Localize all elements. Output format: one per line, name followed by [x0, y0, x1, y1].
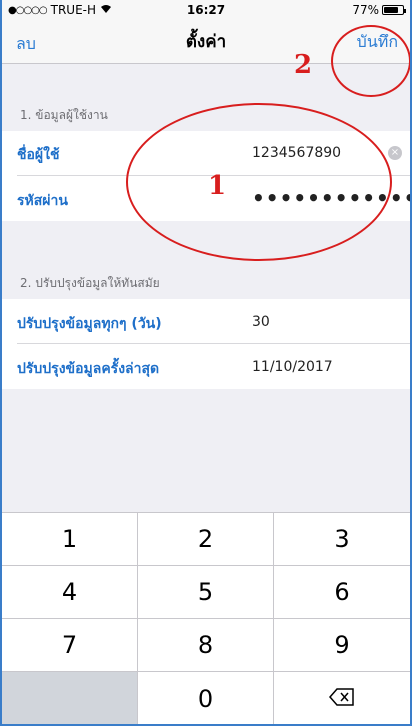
annotation-number-2: 2 — [294, 50, 313, 80]
last-update-label: ปรับปรุงข้อมูลครั้งล่าสุด — [17, 361, 160, 377]
battery-icon — [382, 5, 406, 15]
last-update-value: 11/10/2017 — [252, 359, 333, 375]
battery-info: 77% — [352, 3, 406, 17]
key-9[interactable]: 9 — [274, 619, 410, 672]
password-label: รหัสผ่าน — [17, 193, 68, 209]
status-bar: ●○○○○ TRUE-H 16:27 77% — [2, 0, 410, 20]
update-interval-row[interactable]: ปรับปรุงข้อมูลทุกๆ (วัน) 30 — [2, 299, 410, 344]
battery-percent: 77% — [352, 3, 379, 17]
update-interval-value[interactable]: 30 — [252, 314, 270, 330]
backspace-icon — [329, 687, 355, 711]
last-update-row: ปรับปรุงข้อมูลครั้งล่าสุด 11/10/2017 — [2, 344, 410, 389]
section-header-label: 2. ปรับปรุงข้อมูลให้ทันสมัย — [20, 276, 160, 290]
key-2[interactable]: 2 — [138, 513, 274, 566]
key-7[interactable]: 7 — [2, 619, 138, 672]
annotation-number-1: 1 — [208, 171, 227, 201]
username-label: ชื่อผู้ใช้ — [17, 147, 60, 163]
key-8[interactable]: 8 — [138, 619, 274, 672]
key-4[interactable]: 4 — [2, 566, 138, 619]
key-1[interactable]: 1 — [2, 513, 138, 566]
key-6[interactable]: 6 — [274, 566, 410, 619]
annotation-ellipse-1 — [126, 103, 392, 261]
annotation-ellipse-2 — [331, 25, 410, 97]
key-3[interactable]: 3 — [274, 513, 410, 566]
key-blank — [2, 672, 138, 724]
section-header-update: 2. ปรับปรุงข้อมูลให้ทันสมัย — [2, 271, 410, 299]
numeric-keypad: 1 2 3 4 5 6 7 8 9 0 — [2, 512, 410, 724]
section-header-label: 1. ข้อมูลผู้ใช้งาน — [20, 108, 108, 122]
update-interval-label: ปรับปรุงข้อมูลทุกๆ (วัน) — [17, 316, 162, 332]
status-time: 16:27 — [186, 3, 226, 17]
backspace-key[interactable] — [274, 672, 410, 724]
key-0[interactable]: 0 — [138, 672, 274, 724]
key-5[interactable]: 5 — [138, 566, 274, 619]
clear-text-icon[interactable]: × — [388, 146, 402, 160]
phone-screen: ●○○○○ TRUE-H 16:27 77% ลบ ตั้งค่า บันทึก… — [0, 0, 412, 726]
